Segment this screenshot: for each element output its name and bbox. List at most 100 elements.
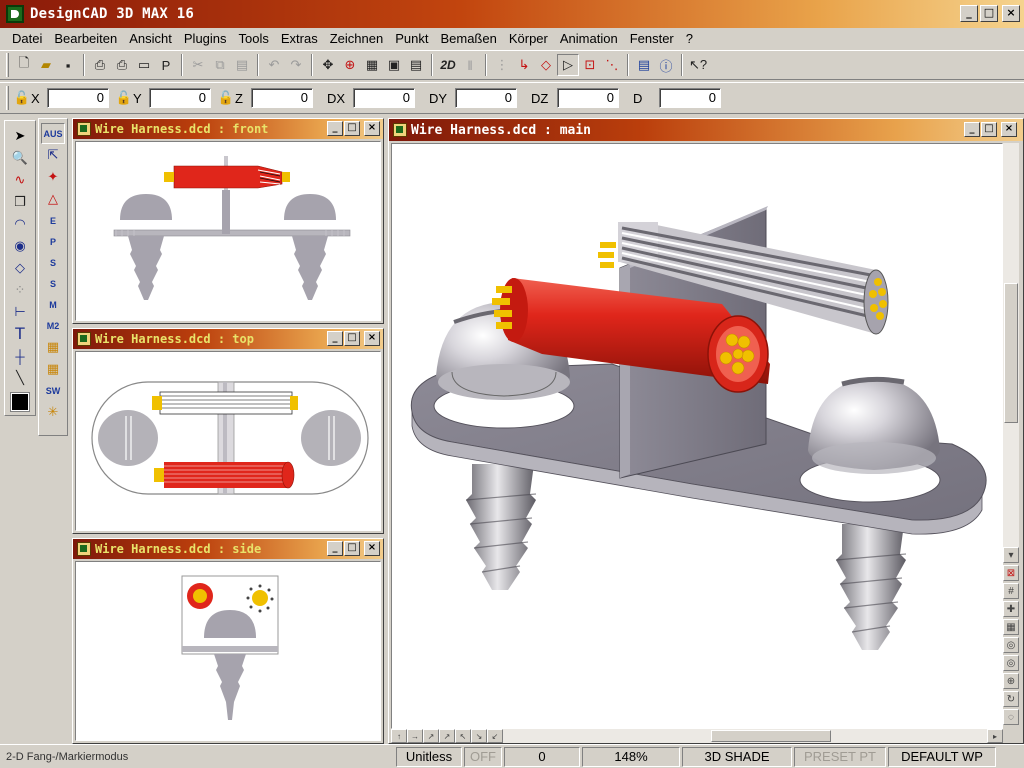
snap-e-icon[interactable]: E [42,210,64,231]
menu-punkt[interactable]: Punkt [389,31,434,46]
color-swatch[interactable] [10,392,30,412]
menu-koerper[interactable]: Körper [503,31,554,46]
polygon-icon[interactable]: ◇ [9,257,31,279]
print-icon[interactable]: ⎙ [89,54,111,76]
spiral-icon[interactable]: ◌ [1003,709,1019,725]
x-input[interactable]: 0 [47,88,109,108]
scroll-down-icon[interactable]: ▾ [1003,547,1019,563]
menu-fenster[interactable]: Fenster [624,31,680,46]
select-arrow-icon[interactable]: ▷ [557,54,579,76]
h-scroll-thumb[interactable] [711,730,831,742]
open-folder-icon[interactable]: ▰ [35,54,57,76]
cycle-view-icon[interactable]: ↻ [1003,691,1019,707]
document-icon[interactable] [77,542,91,556]
nav-arrow-icon[interactable]: ↘ [471,729,487,743]
minimize-button[interactable]: _ [327,331,343,346]
undo-icon[interactable]: ↶ [263,54,285,76]
document-icon[interactable] [77,122,91,136]
snap-icon[interactable]: ↳ [513,54,535,76]
no-view-icon[interactable]: ⊠ [1003,565,1019,581]
front-view-canvas[interactable] [75,141,381,321]
new-file-icon[interactable]: 🗋 [13,54,35,76]
orbit-icon[interactable]: ◎ [1003,655,1019,671]
window-tile-icon[interactable]: ▦ [361,54,383,76]
main-view-title-bar[interactable]: Wire Harness.dcd : main _ □ × [389,119,1023,141]
menu-zeichnen[interactable]: Zeichnen [324,31,389,46]
circle-icon[interactable]: ◉ [9,235,31,257]
minimize-button[interactable]: _ [327,121,343,136]
crosshair-icon[interactable]: ┼ [9,345,31,367]
maximize-button[interactable]: □ [344,121,360,136]
grid-snap2-icon[interactable]: ▦ [42,358,64,380]
nav-arrow-icon[interactable]: ↑ [391,729,407,743]
cut-icon[interactable]: ✂ [187,54,209,76]
spark-icon[interactable]: ✳ [42,401,64,423]
d-input[interactable]: 0 [659,88,721,108]
menu-animation[interactable]: Animation [554,31,624,46]
menu-datei[interactable]: Datei [6,31,48,46]
wand-icon[interactable]: ✦ [42,166,64,188]
menu-tools[interactable]: Tools [233,31,275,46]
vertical-scrollbar[interactable] [1003,143,1019,547]
menu-extras[interactable]: Extras [275,31,324,46]
side-view-window[interactable]: Wire Harness.dcd : side _ □ × [72,538,384,744]
side-view-title-bar[interactable]: Wire Harness.dcd : side _ □ × [73,539,383,559]
scroll-thumb[interactable] [1004,283,1018,423]
zoom-window-icon[interactable]: ⊕ [339,54,361,76]
document-icon[interactable] [77,332,91,346]
redo-icon[interactable]: ↷ [285,54,307,76]
window-arrange-icon[interactable]: ▤ [405,54,427,76]
status-preset[interactable]: PRESET PT [794,746,886,767]
front-view-title-bar[interactable]: Wire Harness.dcd : front _ □ × [73,119,383,139]
close-button[interactable]: × [1001,122,1017,137]
point-snap-icon[interactable]: ◇ [535,54,557,76]
curve-icon[interactable]: ∿ [9,169,31,191]
front-view-window[interactable]: Wire Harness.dcd : front _ □ × [72,118,384,324]
main-view-window[interactable]: Wire Harness.dcd : main _ □ × ▾ ⊠ # ✚ ▦ … [388,118,1024,744]
menu-ansicht[interactable]: Ansicht [123,31,178,46]
coordbar-grip[interactable] [6,86,9,110]
z-input[interactable]: 0 [251,88,313,108]
box-icon[interactable]: ❒ [9,191,31,213]
page-setup-icon[interactable]: ▭ [133,54,155,76]
snap-m2-icon[interactable]: M2 [42,315,64,336]
cursor-snap-icon[interactable]: ⇱ [42,144,64,166]
lock-x-icon[interactable]: 🔓 [13,88,31,108]
help-pointer-icon[interactable]: ↖? [687,54,709,76]
minimize-button[interactable]: _ [960,5,978,22]
close-button[interactable]: × [364,121,380,136]
y-input[interactable]: 0 [149,88,211,108]
triangle-snap-icon[interactable]: △ [42,188,64,210]
nav-arrow-icon[interactable]: ↗ [439,729,455,743]
nav-arrow-icon[interactable]: ↖ [455,729,471,743]
snap-s-icon[interactable]: S [42,252,64,273]
grid-icon[interactable]: ‖ [459,54,481,76]
close-button[interactable]: × [364,541,380,556]
dy-input[interactable]: 0 [455,88,517,108]
dz-input[interactable]: 0 [557,88,619,108]
move-view-icon[interactable]: ✥ [317,54,339,76]
aus-button[interactable]: AUS [41,123,65,144]
layout-icon[interactable]: ▤ [633,54,655,76]
menu-plugins[interactable]: Plugins [178,31,233,46]
maximize-button[interactable]: □ [980,5,998,22]
select-arrow-icon[interactable]: ➤ [9,125,31,147]
scroll-right-icon[interactable]: ▸ [987,729,1003,743]
maximize-button[interactable]: □ [981,122,997,137]
app-title-bar[interactable]: DesignCAD 3D MAX 16 _ □ × [0,0,1024,28]
nav-arrow-icon[interactable]: ↗ [423,729,439,743]
dimension-icon[interactable]: ⊢ [9,301,31,323]
array-icon[interactable]: ⁘ [9,279,31,301]
top-view-title-bar[interactable]: Wire Harness.dcd : top _ □ × [73,329,383,349]
toolbar-grip[interactable] [6,53,9,77]
main-view-canvas[interactable] [391,143,1003,729]
print-preview-icon[interactable]: ⎙ [111,54,133,76]
lock-y-icon[interactable]: 🔓 [115,88,133,108]
print-properties-icon[interactable]: P [155,54,177,76]
snap-m-icon[interactable]: M [42,294,64,315]
dx-input[interactable]: 0 [353,88,415,108]
paste-icon[interactable]: ▤ [231,54,253,76]
snap-p-icon[interactable]: P [42,231,64,252]
status-wp[interactable]: DEFAULT WP [888,746,996,767]
zoom-icon[interactable]: 🔍 [9,147,31,169]
